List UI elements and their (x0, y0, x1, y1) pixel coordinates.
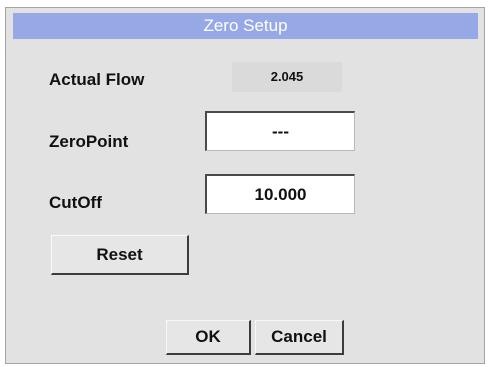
dialog-title: Zero Setup (13, 13, 478, 39)
ok-button[interactable]: OK (166, 320, 251, 355)
actual-flow-label: Actual Flow (49, 70, 145, 89)
cutoff-label: CutOff (49, 193, 102, 212)
reset-button[interactable]: Reset (51, 235, 189, 275)
zero-setup-dialog: Zero Setup Actual Flow 2.045 ZeroPoint -… (5, 7, 485, 364)
cancel-button[interactable]: Cancel (255, 320, 344, 355)
zero-point-label: ZeroPoint (49, 132, 129, 151)
cutoff-field[interactable]: 10.000 (205, 174, 355, 214)
actual-flow-value: 2.045 (232, 62, 342, 92)
zero-point-field[interactable]: --- (205, 111, 355, 151)
